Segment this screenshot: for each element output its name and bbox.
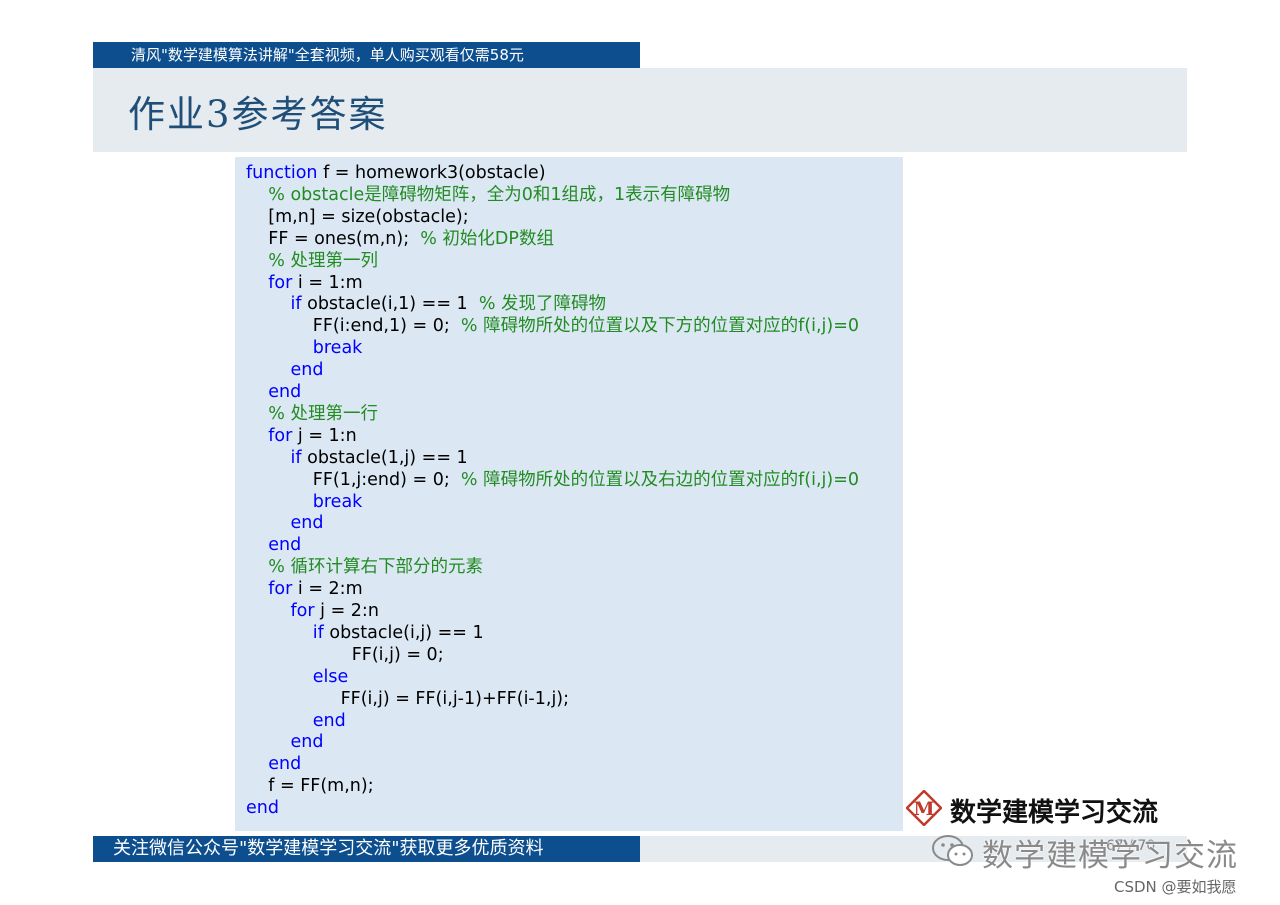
code-line: FF(i,j) = FF(i,j-1)+FF(i-1,j); — [246, 688, 569, 710]
code-keyword: end — [268, 754, 302, 775]
logo-text: 数学建模学习交流 — [950, 798, 1159, 828]
code-line: for j = 2:n — [246, 600, 379, 622]
code-comment: % 循环计算右下部分的元素 — [268, 557, 483, 578]
code-line: for j = 1:n — [246, 425, 357, 447]
code-text: obstacle(i,j) == 1 — [323, 622, 484, 643]
code-keyword: end — [290, 360, 324, 381]
code-line: FF(i,j) = 0; — [246, 644, 444, 666]
code-keyword: function — [246, 163, 318, 183]
code-line: for i = 2:m — [246, 578, 363, 600]
m-logo-icon: M — [906, 790, 942, 826]
code-text: j = 1:n — [292, 425, 357, 446]
code-line: end — [246, 534, 301, 556]
code-keyword: end — [268, 382, 302, 402]
code-text: f = homework3(obstacle) — [317, 163, 546, 183]
code-text: f = FF(m,n); — [246, 776, 374, 797]
code-keyword: break — [312, 491, 363, 512]
code-text: i = 2:m — [292, 579, 363, 600]
code-keyword: if — [312, 622, 324, 643]
code-comment: % 发现了障碍物 — [478, 294, 607, 315]
code-text: FF(1,j:end) = 0; — [246, 469, 461, 490]
code-text: FF(i:end,1) = 0; — [246, 316, 461, 337]
code-line: if obstacle(1,j) == 1 — [246, 447, 468, 469]
code-line: end — [246, 381, 301, 403]
code-line: if obstacle(i,j) == 1 — [246, 622, 484, 644]
code-keyword: if — [290, 294, 302, 315]
code-line: % 处理第一列 — [246, 250, 378, 272]
code-text: j = 2:n — [314, 601, 379, 621]
top-banner: 清风"数学建模算法讲解"全套视频，单人购买观看仅需58元 — [93, 42, 640, 68]
code-comment: % obstacle是障碍物矩阵，全为0和1组成，1表示有障碍物 — [268, 184, 731, 205]
code-keyword: for — [268, 272, 293, 293]
wechat-icon — [932, 835, 973, 866]
bottom-banner: 关注微信公众号"数学建模学习交流"获取更多优质资料 — [93, 836, 640, 862]
code-line: FF(1,j:end) = 0; % 障碍物所处的位置以及右边的位置对应的f(i… — [246, 469, 859, 491]
code-keyword: end — [290, 732, 324, 753]
code-keyword: break — [312, 338, 363, 359]
code-comment: % 处理第一列 — [268, 250, 378, 271]
code-line: end — [246, 731, 324, 753]
code-keyword: for — [290, 601, 315, 621]
code-line: break — [246, 337, 363, 359]
code-line: % 循环计算右下部分的元素 — [246, 556, 483, 578]
code-keyword: for — [268, 579, 293, 600]
code-comment: % 障碍物所处的位置以及右边的位置对应的f(i,j)=0 — [460, 469, 859, 490]
code-text: FF(i,j) = 0; — [246, 644, 444, 665]
code-keyword: end — [312, 710, 346, 731]
code-line: [m,n] = size(obstacle); — [246, 206, 469, 228]
code-keyword: end — [290, 513, 324, 534]
code-line: function f = homework3(obstacle) — [246, 162, 546, 184]
csdn-watermark: CSDN @要如我愿 — [1114, 878, 1237, 896]
code-line: for i = 1:m — [246, 272, 363, 294]
slide-title: 作业3参考答案 — [128, 93, 388, 136]
code-keyword: end — [246, 798, 279, 819]
code-line: % 处理第一行 — [246, 403, 378, 425]
code-text: i = 1:m — [292, 272, 363, 293]
code-line: end — [246, 797, 279, 819]
code-line: if obstacle(i,1) == 1 % 发现了障碍物 — [246, 293, 607, 315]
code-line: f = FF(m,n); — [246, 775, 374, 797]
code-text: FF(i,j) = FF(i,j-1)+FF(i-1,j); — [246, 688, 570, 709]
code-text: obstacle(i,1) == 1 — [301, 294, 479, 315]
code-keyword: end — [268, 535, 302, 556]
code-line: end — [246, 359, 324, 381]
code-text: FF = ones(m,n); — [246, 228, 421, 249]
code-line: end — [246, 512, 324, 534]
code-line: break — [246, 491, 363, 513]
code-line: end — [246, 710, 346, 732]
m-logo-letter: M — [913, 798, 934, 820]
code-keyword: else — [312, 666, 349, 687]
watermark-text: 数学建模学习交流 — [982, 838, 1238, 874]
code-line: % obstacle是障碍物矩阵，全为0和1组成，1表示有障碍物 — [246, 184, 730, 206]
code-line: else — [246, 666, 349, 688]
code-line: FF(i:end,1) = 0; % 障碍物所处的位置以及下方的位置对应的f(i… — [246, 315, 859, 337]
code-comment: % 处理第一行 — [268, 403, 378, 424]
code-text: [m,n] = size(obstacle); — [246, 206, 469, 227]
code-line: end — [246, 753, 301, 775]
code-comment: % 障碍物所处的位置以及下方的位置对应的f(i,j)=0 — [460, 316, 859, 337]
code-line: FF = ones(m,n); % 初始化DP数组 — [246, 228, 554, 250]
code-text: obstacle(1,j) == 1 — [301, 447, 468, 468]
code-keyword: for — [268, 425, 293, 446]
code-keyword: if — [290, 447, 302, 468]
code-comment: % 初始化DP数组 — [420, 228, 554, 249]
